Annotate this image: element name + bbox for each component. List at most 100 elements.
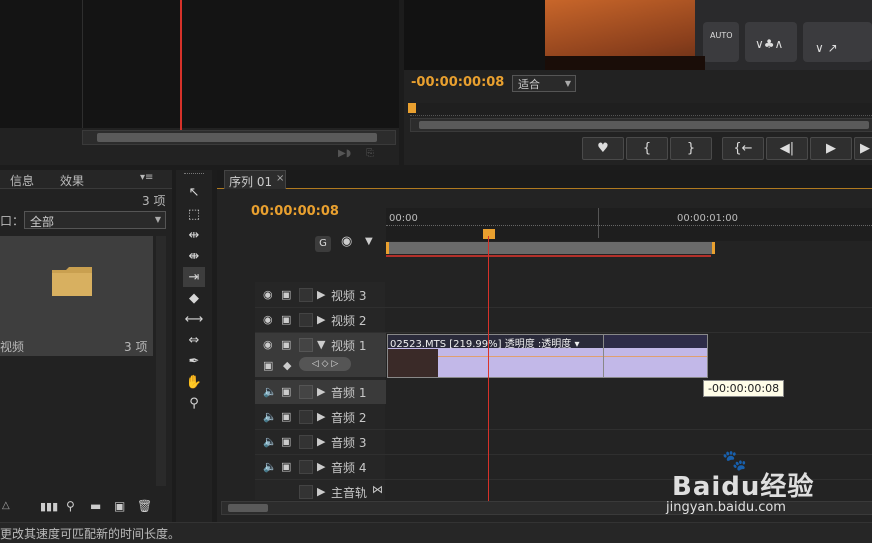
step-back-button[interactable]: ◀| bbox=[766, 137, 808, 160]
video-clip-extension[interactable] bbox=[603, 334, 708, 378]
new-item-icon[interactable]: ▣ bbox=[114, 499, 125, 513]
collapse-arrow-icon[interactable]: ▼ bbox=[317, 338, 325, 351]
track-label: 音频 4 bbox=[331, 461, 367, 475]
video-frame-image: AUTO ∨♣∧ ∨ ↗ bbox=[545, 0, 872, 70]
track-audio-1[interactable]: 🔈 ▣ ▶ 音频 1 bbox=[255, 380, 386, 404]
opacity-line[interactable] bbox=[438, 356, 604, 357]
lock-box[interactable] bbox=[299, 313, 313, 327]
track-video-2[interactable]: ◉ ▣ ▶ 视频 2 bbox=[255, 308, 872, 333]
bracket-in-button[interactable]: { bbox=[626, 137, 668, 160]
zoom-slider-icon[interactable]: △ bbox=[2, 500, 10, 511]
timeline-ruler[interactable]: 00:00 00:00:01:00 bbox=[386, 208, 872, 241]
expand-arrow-icon[interactable]: ▶ bbox=[317, 435, 325, 448]
folder-icon bbox=[52, 267, 92, 296]
zoom-tool-icon[interactable]: ⚲ bbox=[183, 393, 205, 413]
track-label: 视频 3 bbox=[331, 289, 367, 303]
project-scrollbar[interactable] bbox=[156, 236, 166, 486]
export-frame-icon[interactable]: ▶◗ bbox=[338, 148, 351, 159]
web-link-icon[interactable]: ◉ bbox=[341, 234, 352, 249]
speaker-icon[interactable]: 🔈 bbox=[263, 385, 277, 398]
snap-icon[interactable]: G bbox=[315, 236, 331, 252]
playhead-handle[interactable] bbox=[483, 229, 495, 239]
sync-lock-icon[interactable]: ▣ bbox=[281, 460, 291, 473]
lock-box[interactable] bbox=[299, 435, 313, 449]
opacity-line-ext bbox=[604, 356, 707, 357]
sync-lock-icon[interactable]: ▣ bbox=[281, 313, 291, 326]
program-scroll-thumb[interactable] bbox=[419, 121, 869, 129]
track-select-tool-icon[interactable]: ⬚ bbox=[183, 204, 205, 224]
source-scrollbar[interactable] bbox=[82, 130, 396, 145]
panel-menu-icon[interactable]: ▾≡ bbox=[140, 172, 153, 183]
expand-arrow-icon[interactable]: ▶ bbox=[317, 460, 325, 473]
sync-lock-icon[interactable]: ▣ bbox=[281, 338, 291, 351]
close-icon[interactable]: × bbox=[276, 173, 284, 184]
lift-icon[interactable]: ⎘ bbox=[366, 148, 374, 159]
lock-box[interactable] bbox=[299, 485, 313, 499]
sync-lock-icon[interactable]: ▣ bbox=[281, 288, 291, 301]
tab-info[interactable]: 信息 bbox=[10, 172, 34, 189]
play-button[interactable]: ▶ bbox=[810, 137, 852, 160]
eye-icon[interactable]: ◉ bbox=[263, 313, 273, 326]
duration-tooltip: -00:00:00:08 bbox=[703, 380, 785, 397]
tab-effects[interactable]: 效果 bbox=[60, 172, 84, 189]
track-video-3[interactable]: ◉ ▣ ▶ 视频 3 bbox=[255, 283, 872, 308]
expand-arrow-icon[interactable]: ▶ bbox=[317, 385, 325, 398]
mark-in-button[interactable]: ♥ bbox=[582, 137, 624, 160]
go-to-in-button[interactable]: {← bbox=[722, 137, 764, 160]
hand-tool-icon[interactable]: ✋ bbox=[183, 372, 205, 392]
watermark-line1: Baidu经验 bbox=[672, 472, 815, 502]
keyframe-icon[interactable]: ◆ bbox=[283, 359, 291, 372]
lock-box[interactable] bbox=[299, 460, 313, 474]
timeline-tab-bar bbox=[217, 170, 872, 189]
trash-icon[interactable]: 🗑 bbox=[137, 499, 152, 513]
expand-arrow-icon[interactable]: ▶ bbox=[317, 288, 325, 301]
pen-tool-icon[interactable]: ✒ bbox=[183, 351, 205, 371]
lock-box[interactable] bbox=[299, 410, 313, 424]
program-playhead-marker[interactable] bbox=[408, 103, 416, 113]
marker-icon[interactable]: ▼ bbox=[365, 236, 373, 247]
sync-lock-icon[interactable]: ▣ bbox=[281, 435, 291, 448]
display-style-icon[interactable]: ▣ bbox=[263, 359, 273, 372]
selection-tool-icon[interactable]: ↖ bbox=[183, 182, 205, 202]
video-clip[interactable]: 02523.MTS [219.99%] 透明度 :透明度 ▾ bbox=[387, 334, 605, 378]
lock-box[interactable] bbox=[299, 288, 313, 302]
timeline-scroll-thumb[interactable] bbox=[228, 504, 268, 512]
speaker-icon[interactable]: 🔈 bbox=[263, 460, 277, 473]
automate-icon[interactable]: ▮▮▮ bbox=[40, 500, 58, 513]
sync-lock-icon[interactable]: ▣ bbox=[281, 410, 291, 423]
program-timecode[interactable]: -00:00:00:08 bbox=[411, 75, 504, 90]
razor-tool-icon[interactable]: ◆ bbox=[183, 288, 205, 308]
rate-stretch-tool-icon[interactable]: ⇥ bbox=[183, 267, 205, 287]
track-video-1[interactable]: ◉ ▣ ▼ 视频 1 ▣ ◆ ◁ ◇ ▷ bbox=[255, 333, 386, 377]
sequence-tab[interactable]: 序列 01 × bbox=[224, 170, 286, 189]
source-scroll-thumb[interactable] bbox=[97, 133, 377, 142]
sync-lock-icon[interactable]: ▣ bbox=[281, 385, 291, 398]
more-button[interactable]: ▶ bbox=[854, 137, 872, 160]
rolling-edit-tool-icon[interactable]: ⇼ bbox=[183, 246, 205, 266]
work-area-bar[interactable] bbox=[386, 242, 715, 254]
slide-tool-icon[interactable]: ⇔ bbox=[183, 330, 205, 350]
program-ruler[interactable] bbox=[410, 103, 872, 116]
program-scrollbar[interactable] bbox=[410, 118, 872, 132]
lock-box[interactable] bbox=[299, 338, 313, 352]
speaker-icon[interactable]: 🔈 bbox=[263, 410, 277, 423]
source-playhead bbox=[180, 0, 182, 130]
slip-tool-icon[interactable]: ⟷ bbox=[183, 309, 205, 329]
sequence-timecode[interactable]: 00:00:00:08 bbox=[251, 204, 339, 219]
filter-dropdown[interactable]: 全部 ▼ bbox=[24, 211, 166, 229]
new-bin-icon[interactable]: ▬ bbox=[90, 499, 101, 513]
lock-box[interactable] bbox=[299, 385, 313, 399]
find-icon[interactable]: ⚲ bbox=[66, 499, 75, 513]
expand-arrow-icon[interactable]: ▶ bbox=[317, 410, 325, 423]
expand-arrow-icon[interactable]: ▶ bbox=[317, 485, 325, 498]
keyframe-nav[interactable]: ◁ ◇ ▷ bbox=[299, 357, 351, 371]
tools-grip bbox=[184, 173, 204, 177]
eye-icon[interactable]: ◉ bbox=[263, 338, 273, 351]
track-audio-2[interactable]: 🔈 ▣ ▶ 音频 2 bbox=[255, 405, 872, 430]
expand-arrow-icon[interactable]: ▶ bbox=[317, 313, 325, 326]
eye-icon[interactable]: ◉ bbox=[263, 288, 273, 301]
bracket-out-button[interactable]: } bbox=[670, 137, 712, 160]
fit-dropdown[interactable]: 适合 ▼ bbox=[512, 75, 576, 92]
speaker-icon[interactable]: 🔈 bbox=[263, 435, 277, 448]
ripple-edit-tool-icon[interactable]: ⇹ bbox=[183, 225, 205, 245]
